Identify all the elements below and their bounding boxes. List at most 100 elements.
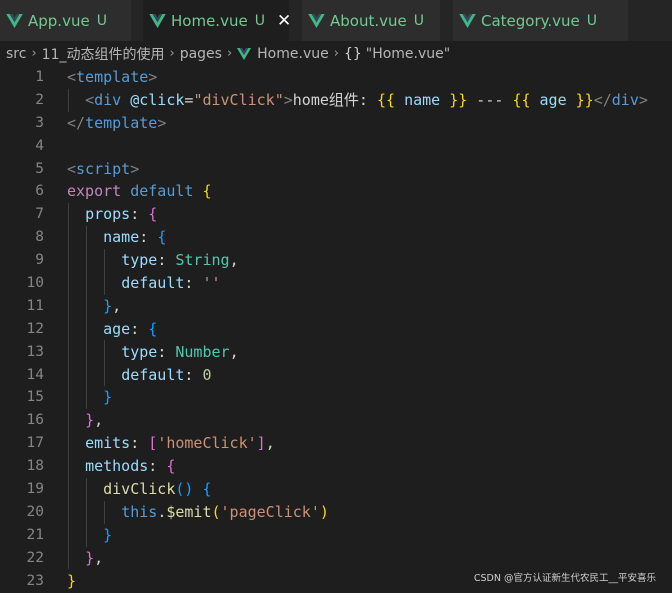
tab-app-vue[interactable]: App.vue U <box>0 0 131 41</box>
tab-home-vue[interactable]: Home.vue U ✕ <box>143 0 291 41</box>
line-number: 9 <box>35 252 44 269</box>
code-line[interactable]: </template> <box>67 112 648 135</box>
code-line[interactable]: type: Number, <box>67 341 648 364</box>
code-token: > <box>130 159 140 178</box>
code-line[interactable]: <div @click="divClick">home组件: {{ name }… <box>67 89 648 112</box>
line-number: 13 <box>26 343 44 360</box>
breadcrumb-item-file[interactable]: Home.vue <box>257 46 329 62</box>
line-number: 14 <box>26 366 44 383</box>
vue-file-icon <box>237 47 252 60</box>
code-token: ) <box>319 502 329 521</box>
code-line[interactable]: default: '' <box>67 272 648 295</box>
code-token: : <box>130 205 149 224</box>
code-token: , <box>229 342 239 361</box>
code-token: div <box>611 90 639 109</box>
code-token: : <box>157 342 176 361</box>
code-line[interactable]: }, <box>67 295 648 318</box>
code-token: { <box>202 480 212 499</box>
vue-file-icon <box>459 13 476 28</box>
line-number: 3 <box>35 114 44 131</box>
breadcrumb-item-symbol[interactable]: "Home.vue" <box>366 46 450 62</box>
line-number: 1 <box>35 69 44 85</box>
line-number: 22 <box>26 549 44 566</box>
code-token: 0 <box>202 365 212 384</box>
code-token: default <box>130 182 194 201</box>
tab-about-vue[interactable]: About.vue U <box>302 0 440 41</box>
line-number: 12 <box>26 320 44 337</box>
code-token: } <box>103 525 113 544</box>
line-number: 17 <box>26 435 44 452</box>
code-line[interactable]: age: { <box>67 318 648 341</box>
breadcrumb-item-pages[interactable]: pages <box>180 46 222 62</box>
code-line[interactable]: export default { <box>67 180 648 203</box>
line-number: 19 <box>26 481 44 498</box>
code-line[interactable]: <template> <box>67 66 648 89</box>
code-token: : <box>157 251 176 270</box>
code-token: }} <box>449 90 468 109</box>
code-line[interactable]: type: String, <box>67 249 648 272</box>
vue-file-icon <box>149 13 166 28</box>
code-token: name <box>103 228 140 247</box>
code-line[interactable]: methods: { <box>67 455 648 478</box>
line-number-gutter: 1 2 3 4 5 6 7 8 9 10 11 12 13 14 15 16 17 18 19 20 21 22 23 <box>0 66 44 592</box>
code-token: > <box>157 113 167 132</box>
code-token: type <box>121 251 158 270</box>
code-token: { <box>202 182 212 201</box>
breadcrumb-item-src[interactable]: src <box>6 46 26 62</box>
code-token: [ <box>148 434 158 453</box>
code-token: > <box>283 90 293 109</box>
code-editor[interactable]: <template> <div @click="divClick">home组件… <box>67 66 648 592</box>
tab-category-vue[interactable]: Category.vue U <box>453 0 628 41</box>
code-token: } <box>103 296 113 315</box>
code-token: , <box>265 434 275 453</box>
code-line[interactable] <box>67 135 648 158</box>
code-token: }} <box>575 90 594 109</box>
code-line[interactable]: }, <box>67 409 648 432</box>
code-token: '' <box>202 274 221 293</box>
breadcrumb-item-folder[interactable]: 11_动态组件的使用 <box>42 44 165 64</box>
code-token: } <box>103 388 113 407</box>
code-line[interactable]: props: { <box>67 203 648 226</box>
line-number: 11 <box>26 297 44 314</box>
code-line[interactable]: }, <box>67 547 648 570</box>
tab-label: About.vue <box>330 11 407 30</box>
chevron-right-icon: › <box>169 46 175 61</box>
code-token: } <box>85 548 95 567</box>
code-line[interactable]: divClick() { <box>67 478 648 501</box>
code-line[interactable]: } <box>67 386 648 409</box>
code-token: @click <box>130 90 185 109</box>
code-line[interactable]: this.$emit('pageClick') <box>67 501 648 524</box>
symbol-braces-icon: {} <box>343 45 362 62</box>
code-token: --- <box>467 90 513 109</box>
line-number: 23 <box>26 572 44 589</box>
code-line[interactable]: default: 0 <box>67 364 648 387</box>
code-token: : <box>139 228 158 247</box>
code-token: , <box>112 296 122 315</box>
code-token: default <box>121 274 185 293</box>
code-token: { <box>157 228 167 247</box>
line-number: 10 <box>26 275 44 292</box>
code-token: methods <box>85 457 149 476</box>
vue-file-icon <box>308 13 325 28</box>
code-line[interactable]: emits: ['homeClick'], <box>67 432 648 455</box>
tab-label: Category.vue <box>481 11 580 30</box>
code-token: < <box>85 90 95 109</box>
code-token: { <box>148 205 158 224</box>
code-token: 'pageClick' <box>220 502 320 521</box>
code-token: type <box>121 342 158 361</box>
line-number: 20 <box>26 503 44 520</box>
code-line[interactable]: } <box>67 524 648 547</box>
code-line[interactable]: name: { <box>67 226 648 249</box>
code-token: divClick <box>103 480 176 499</box>
close-icon[interactable]: ✕ <box>277 11 291 31</box>
code-token: age <box>103 319 131 338</box>
code-line[interactable]: <script> <box>67 158 648 181</box>
